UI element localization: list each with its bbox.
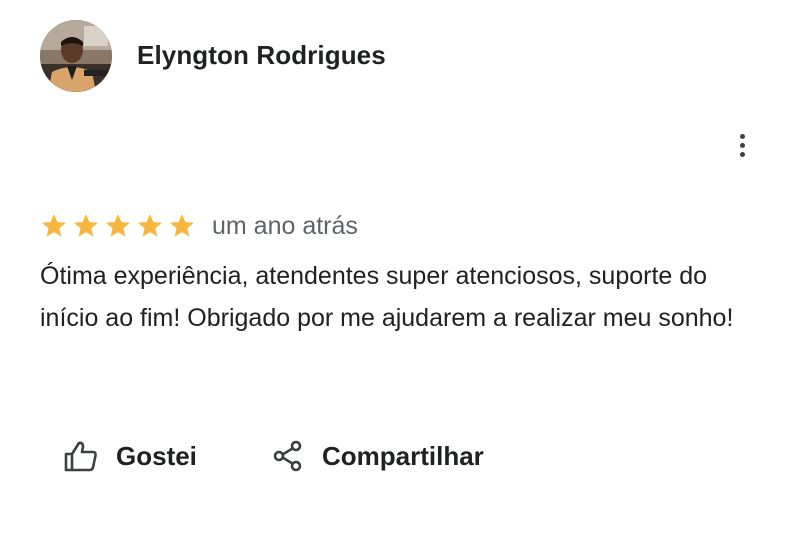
share-icon: [272, 440, 304, 472]
star-icon: [168, 212, 196, 240]
more-vertical-icon: [739, 133, 745, 139]
share-label: Compartilhar: [322, 440, 484, 471]
star-icon: [104, 212, 132, 240]
thumbs-up-icon: [64, 440, 98, 472]
share-button[interactable]: Compartilhar: [272, 434, 484, 478]
avatar[interactable]: [40, 20, 112, 92]
review-text: Ótima experiência, atendentes super aten…: [40, 262, 734, 332]
more-options-button[interactable]: [726, 128, 758, 162]
rating-row: um ano atrás: [40, 208, 358, 244]
reviewer-name[interactable]: Elyngton Rodrigues: [137, 40, 386, 71]
review-date: um ano atrás: [212, 211, 358, 240]
star-rating: [40, 212, 196, 240]
review-card: Elyngton Rodrigues um ano atrás Ótima ex…: [0, 0, 788, 560]
avatar-image: [40, 20, 112, 92]
like-button[interactable]: Gostei: [64, 434, 197, 478]
star-icon: [40, 212, 68, 240]
like-label: Gostei: [116, 440, 197, 471]
star-icon: [136, 212, 164, 240]
star-icon: [72, 212, 100, 240]
